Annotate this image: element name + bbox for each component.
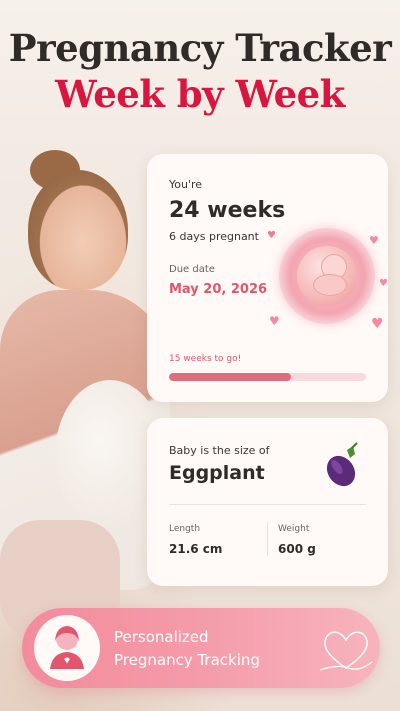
length-label: Length: [169, 524, 201, 534]
fetus-womb: [297, 246, 357, 306]
banner-text: Personalized Pregnancy Tracking: [114, 626, 314, 672]
heart-icon: ♥: [269, 314, 280, 328]
length-value: 21.6 cm: [169, 542, 223, 556]
pregnancy-progress-card[interactable]: You're 24 weeks 6 days pregnant ♥ Due da…: [147, 154, 388, 402]
banner-line-2: Pregnancy Tracking: [114, 651, 260, 669]
heart-icon: ♥: [379, 278, 388, 289]
eggplant-icon: [326, 442, 358, 487]
weeks-value: 24 weeks: [169, 198, 286, 223]
days-pregnant: 6 days pregnant: [169, 230, 259, 243]
weight-value: 600 g: [278, 542, 316, 556]
heart-icon: ♥: [371, 316, 384, 332]
progress-bar: [169, 373, 366, 381]
mother-avatar: [34, 615, 100, 681]
woman-head: [28, 170, 128, 290]
personalized-tracking-banner[interactable]: Personalized Pregnancy Tracking: [22, 608, 380, 688]
heart-icon: ♥: [369, 234, 379, 247]
baby-size-card[interactable]: Baby is the size of Eggplant Length 21.6…: [147, 418, 388, 586]
banner-line-1: Personalized: [114, 628, 209, 646]
size-label: Baby is the size of: [169, 444, 270, 457]
fetus-body: [313, 274, 347, 296]
heart-icon: ♥: [267, 230, 276, 241]
heart-outline-icon: [319, 631, 373, 671]
mother-icon: [50, 626, 84, 669]
size-value: Eggplant: [169, 462, 265, 484]
due-date-value: May 20, 2026: [169, 282, 268, 297]
weeks-to-go: 15 weeks to go!: [169, 354, 242, 364]
divider: [267, 522, 268, 556]
divider: [169, 504, 366, 505]
weight-label: Weight: [278, 524, 310, 534]
due-date-label: Due date: [169, 264, 215, 275]
title-line-1: Pregnancy Tracker: [8, 26, 392, 70]
youre-label: You're: [169, 178, 203, 191]
progress-bar-fill: [169, 373, 292, 381]
title-line-2: Week by Week: [55, 72, 345, 116]
fetus-illustration: [279, 228, 375, 324]
